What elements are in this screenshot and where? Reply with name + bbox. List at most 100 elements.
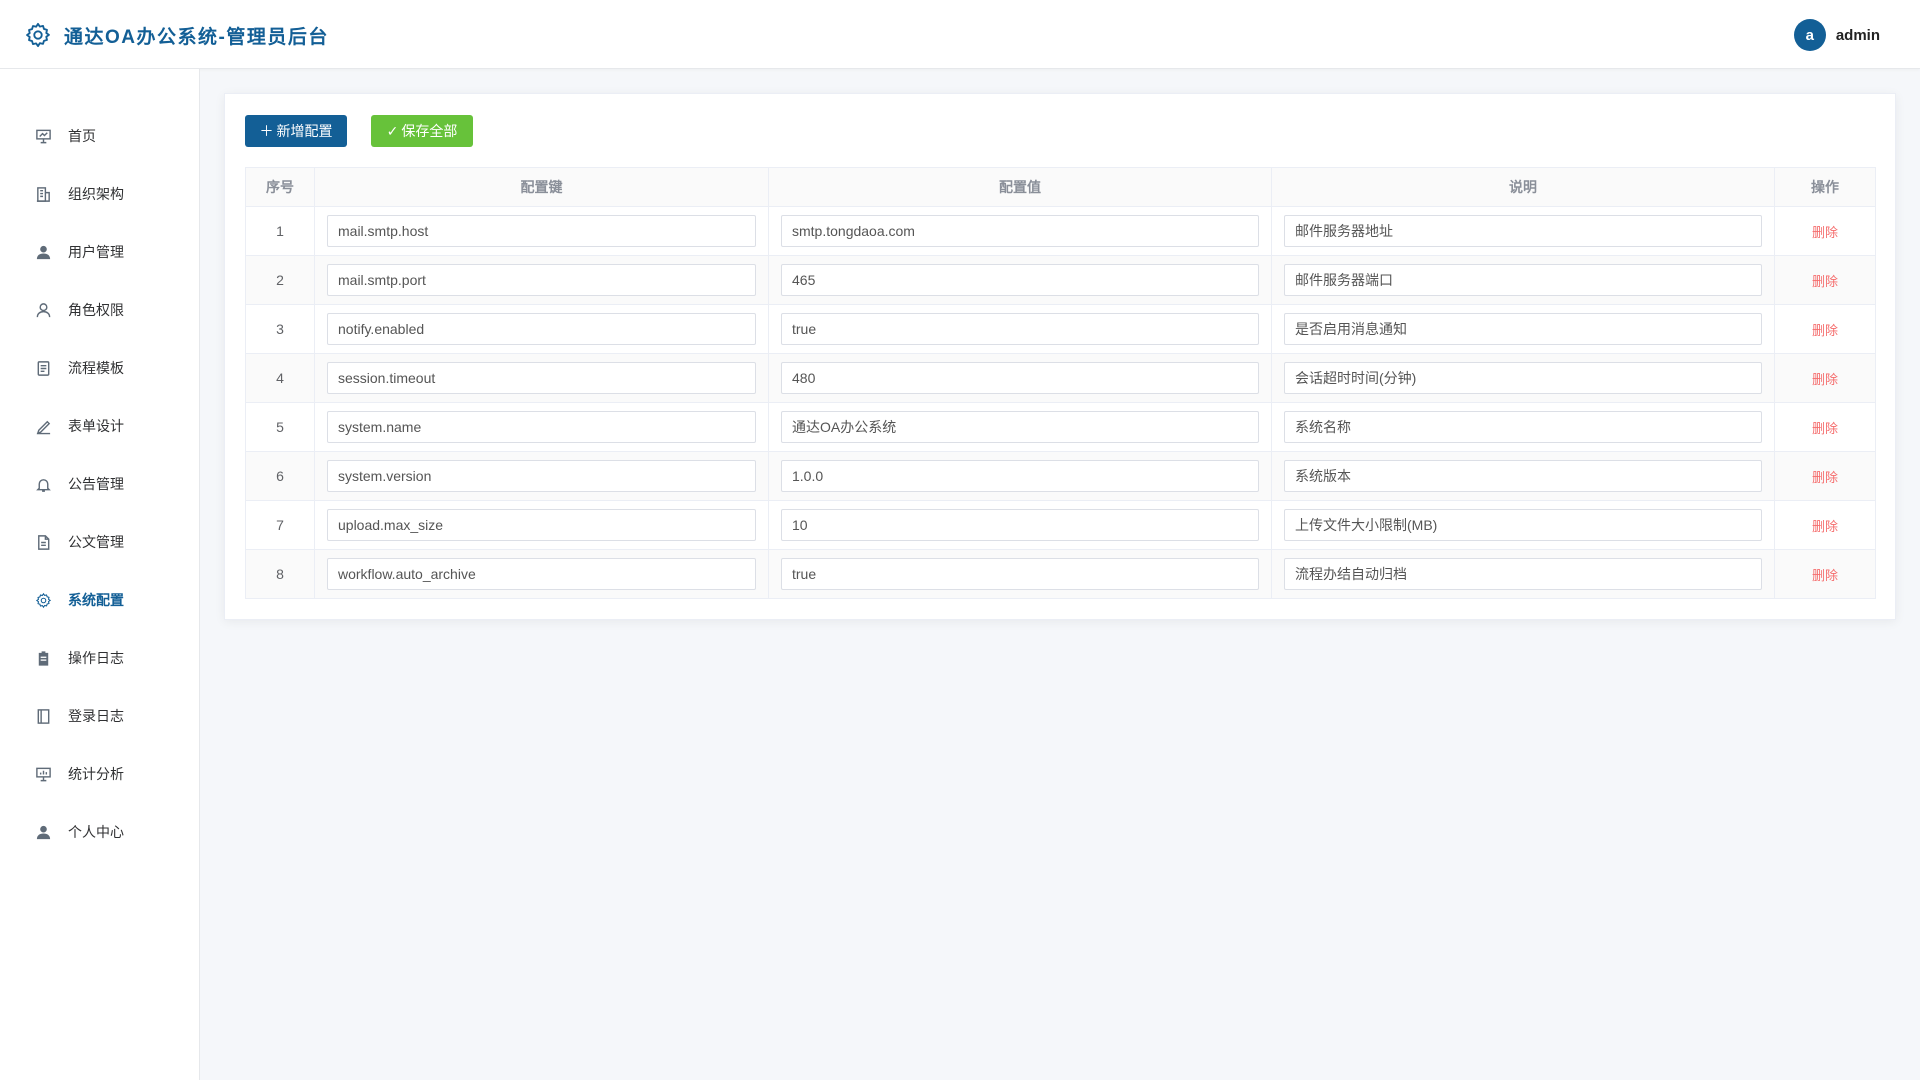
config-desc-input[interactable] bbox=[1284, 215, 1762, 247]
avatar[interactable]: a bbox=[1793, 19, 1826, 51]
sidebar-item-label: 系统配置 bbox=[68, 592, 124, 608]
sidebar-item-label: 流程模板 bbox=[68, 360, 124, 376]
table-row: 2 删除 bbox=[245, 255, 1876, 305]
building-icon bbox=[34, 185, 52, 203]
user-menu[interactable]: a admin bbox=[1793, 19, 1880, 51]
delete-button[interactable]: 删除 bbox=[1812, 519, 1838, 534]
config-key-input[interactable] bbox=[327, 313, 756, 345]
row-index: 2 bbox=[245, 255, 315, 305]
user-filled-icon bbox=[34, 243, 52, 261]
sidebar-item-documents[interactable]: 公文管理 bbox=[0, 522, 199, 562]
delete-button[interactable]: 删除 bbox=[1812, 372, 1838, 387]
table-row: 6 删除 bbox=[245, 451, 1876, 501]
config-value-input[interactable] bbox=[781, 215, 1259, 247]
save-all-label: 保存全部 bbox=[401, 123, 458, 139]
config-desc-input[interactable] bbox=[1284, 460, 1762, 492]
header-index: 序号 bbox=[245, 167, 315, 207]
table-row: 3 删除 bbox=[245, 304, 1876, 354]
config-key-input[interactable] bbox=[327, 411, 756, 443]
settings-gear-icon bbox=[26, 22, 50, 48]
table-row: 1 删除 bbox=[245, 206, 1876, 256]
sidebar-item-label: 角色权限 bbox=[68, 302, 124, 318]
row-index: 1 bbox=[245, 206, 315, 256]
sidebar-item-home[interactable]: 首页 bbox=[0, 116, 199, 156]
sidebar-item-org[interactable]: 组织架构 bbox=[0, 174, 199, 214]
chart-board-icon bbox=[34, 765, 52, 783]
sidebar-item-announcements[interactable]: 公告管理 bbox=[0, 464, 199, 504]
delete-button[interactable]: 删除 bbox=[1812, 323, 1838, 338]
dashboard-icon bbox=[34, 127, 52, 145]
delete-button[interactable]: 删除 bbox=[1812, 421, 1838, 436]
config-key-input[interactable] bbox=[327, 460, 756, 492]
header-action: 操作 bbox=[1774, 167, 1876, 207]
delete-button[interactable]: 删除 bbox=[1812, 274, 1838, 289]
config-value-input[interactable] bbox=[781, 264, 1259, 296]
sidebar-item-statistics[interactable]: 统计分析 bbox=[0, 754, 199, 794]
sidebar-item-label: 用户管理 bbox=[68, 244, 124, 260]
top-header: 通达OA办公系统-管理员后台 a admin bbox=[0, 0, 1920, 69]
sidebar-item-label: 统计分析 bbox=[68, 766, 124, 782]
username[interactable]: admin bbox=[1836, 27, 1880, 44]
user-outline-icon bbox=[34, 301, 52, 319]
sidebar-item-label: 首页 bbox=[68, 128, 96, 144]
sidebar-item-form-design[interactable]: 表单设计 bbox=[0, 406, 199, 446]
delete-button[interactable]: 删除 bbox=[1812, 568, 1838, 583]
add-config-label: 新增配置 bbox=[276, 123, 333, 139]
add-config-button[interactable]: ＋ 新增配置 bbox=[245, 115, 347, 147]
sidebar-item-label: 公告管理 bbox=[68, 476, 124, 492]
notebook-icon bbox=[34, 707, 52, 725]
config-value-input[interactable] bbox=[781, 362, 1259, 394]
sidebar-item-roles[interactable]: 角色权限 bbox=[0, 290, 199, 330]
header-key: 配置键 bbox=[314, 167, 769, 207]
table-row: 8 删除 bbox=[245, 549, 1876, 599]
sidebar-item-operation-log[interactable]: 操作日志 bbox=[0, 638, 199, 678]
bell-icon bbox=[34, 475, 52, 493]
sidebar-item-label: 表单设计 bbox=[68, 418, 124, 434]
config-value-input[interactable] bbox=[781, 411, 1259, 443]
sidebar-item-workflow-templates[interactable]: 流程模板 bbox=[0, 348, 199, 388]
sidebar: 首页 组织架构 用户管理 角色权限 流程模板 表单设计 公告管理 公文管理 系统… bbox=[0, 69, 200, 1080]
config-desc-input[interactable] bbox=[1284, 264, 1762, 296]
header-desc: 说明 bbox=[1271, 167, 1775, 207]
config-desc-input[interactable] bbox=[1284, 362, 1762, 394]
sidebar-item-profile[interactable]: 个人中心 bbox=[0, 812, 199, 852]
sidebar-item-label: 登录日志 bbox=[68, 708, 124, 724]
config-key-input[interactable] bbox=[327, 558, 756, 590]
header-value: 配置值 bbox=[768, 167, 1272, 207]
row-index: 8 bbox=[245, 549, 315, 599]
delete-button[interactable]: 删除 bbox=[1812, 225, 1838, 240]
toolbar: ＋ 新增配置 ✓ 保存全部 bbox=[245, 115, 473, 147]
sidebar-item-label: 个人中心 bbox=[68, 824, 124, 840]
config-table: 序号 配置键 配置值 说明 操作 1 删除 2 删除 bbox=[245, 167, 1876, 599]
file-text-icon bbox=[34, 533, 52, 551]
app-title: 通达OA办公系统-管理员后台 bbox=[64, 26, 329, 48]
config-desc-input[interactable] bbox=[1284, 313, 1762, 345]
sidebar-item-login-log[interactable]: 登录日志 bbox=[0, 696, 199, 736]
config-key-input[interactable] bbox=[327, 264, 756, 296]
config-desc-input[interactable] bbox=[1284, 509, 1762, 541]
config-value-input[interactable] bbox=[781, 460, 1259, 492]
sidebar-item-system-config[interactable]: 系统配置 bbox=[0, 580, 199, 620]
table-row: 7 删除 bbox=[245, 500, 1876, 550]
config-value-input[interactable] bbox=[781, 313, 1259, 345]
check-icon: ✓ bbox=[386, 122, 399, 139]
sidebar-item-label: 操作日志 bbox=[68, 650, 124, 666]
row-index: 5 bbox=[245, 402, 315, 452]
table-header-row: 序号 配置键 配置值 说明 操作 bbox=[245, 167, 1876, 207]
config-value-input[interactable] bbox=[781, 558, 1259, 590]
config-value-input[interactable] bbox=[781, 509, 1259, 541]
sidebar-item-label: 组织架构 bbox=[68, 186, 124, 202]
config-key-input[interactable] bbox=[327, 215, 756, 247]
row-index: 6 bbox=[245, 451, 315, 501]
delete-button[interactable]: 删除 bbox=[1812, 470, 1838, 485]
sidebar-item-users[interactable]: 用户管理 bbox=[0, 232, 199, 272]
save-all-button[interactable]: ✓ 保存全部 bbox=[371, 115, 473, 147]
config-key-input[interactable] bbox=[327, 509, 756, 541]
config-desc-input[interactable] bbox=[1284, 411, 1762, 443]
config-desc-input[interactable] bbox=[1284, 558, 1762, 590]
table-row: 5 删除 bbox=[245, 402, 1876, 452]
config-key-input[interactable] bbox=[327, 362, 756, 394]
config-card: ＋ 新增配置 ✓ 保存全部 序号 配置键 配置值 说明 操作 1 mail.sm… bbox=[224, 93, 1896, 620]
table-row: 4 删除 bbox=[245, 353, 1876, 403]
edit-pen-icon bbox=[34, 417, 52, 435]
